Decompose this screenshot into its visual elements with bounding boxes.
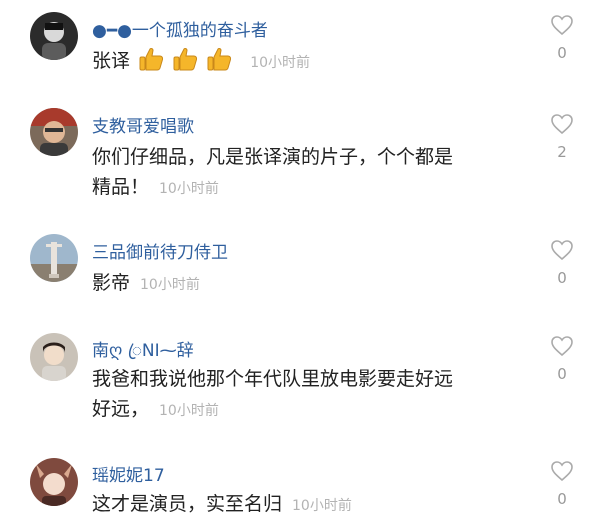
comment-text: 影帝 10小时前 (92, 268, 532, 300)
like-button[interactable]: 0 (548, 335, 576, 383)
comment-text-main: 好远， (92, 398, 150, 420)
thumbs-up-emoji (173, 48, 198, 71)
timestamp: 10小时前 (292, 498, 352, 514)
timestamp: 10小时前 (159, 181, 219, 197)
comment-text: 张译 10小时前 (92, 46, 532, 78)
like-count: 0 (557, 365, 567, 383)
avatar[interactable] (30, 108, 78, 156)
like-count: 0 (557, 490, 567, 508)
avatar[interactable] (30, 234, 78, 282)
comment-text-line: 你们仔细品，凡是张译演的片子，个个都是 (92, 146, 454, 168)
comment-text-main: 张译 (92, 50, 131, 72)
username[interactable]: 三品御前待刀侍卫 (92, 238, 228, 263)
comment-text: 你们仔细品，凡是张译演的片子，个个都是 精品！ 10小时前 (92, 142, 532, 204)
heart-outline-icon[interactable] (550, 335, 574, 357)
comment-text-main: 影帝 (92, 272, 131, 294)
timestamp: 10小时前 (250, 55, 311, 71)
like-count: 0 (557, 44, 567, 62)
username[interactable]: 瑶妮妮17 (92, 461, 165, 486)
like-count: 2 (557, 143, 567, 161)
heart-outline-icon[interactable] (550, 14, 574, 36)
comment-text-line: 精品！ 10小时前 (92, 172, 532, 204)
comment-text-main: 这才是演员，实至名归 (92, 493, 283, 515)
comment-text: 我爸和我说他那个年代队里放电影要走好远 好远， 10小时前 (92, 364, 532, 426)
emoji-group (138, 48, 240, 72)
like-count: 0 (557, 269, 567, 287)
comment-text-line: 我爸和我说他那个年代队里放电影要走好远 (92, 368, 454, 390)
avatar[interactable] (30, 333, 78, 381)
heart-outline-icon[interactable] (550, 460, 574, 482)
comment-text-line: 好远， 10小时前 (92, 394, 532, 426)
heart-outline-icon[interactable] (550, 113, 574, 135)
thumbs-up-emoji (139, 48, 164, 71)
like-button[interactable]: 0 (548, 14, 576, 62)
like-button[interactable]: 0 (548, 239, 576, 287)
avatar[interactable] (30, 458, 78, 506)
like-button[interactable]: 0 (548, 460, 576, 508)
comment-text: 这才是演员，实至名归 10小时前 (92, 489, 532, 521)
username[interactable]: 支教哥爱唱歌 (92, 112, 194, 137)
avatar[interactable] (30, 12, 78, 60)
timestamp: 10小时前 (159, 403, 219, 419)
thumbs-up-emoji (207, 48, 232, 71)
heart-outline-icon[interactable] (550, 239, 574, 261)
like-button[interactable]: 2 (548, 113, 576, 161)
username[interactable]: ●━●一个孤独的奋斗者 (92, 16, 268, 41)
timestamp: 10小时前 (140, 277, 200, 293)
comment-text-main: 精品！ (92, 176, 150, 198)
